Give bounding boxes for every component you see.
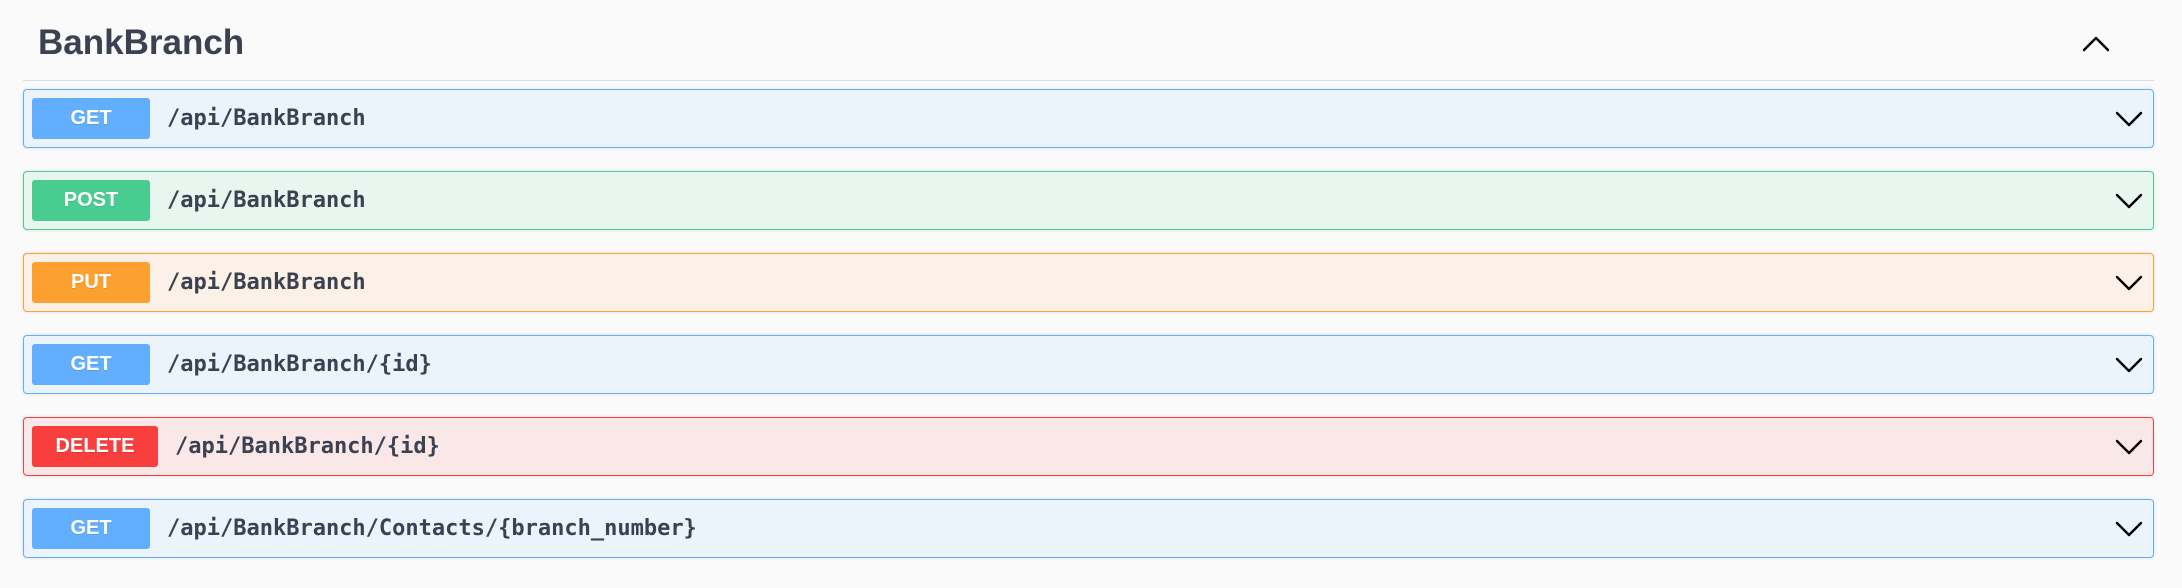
operation-path: /api/BankBranch bbox=[167, 188, 366, 213]
chevron-down-icon[interactable] bbox=[2111, 348, 2147, 382]
chevron-down-icon[interactable] bbox=[2111, 266, 2147, 300]
operation-delete-bankbranch-by-id[interactable]: DELETE /api/BankBranch/{id} bbox=[23, 417, 2154, 476]
chevron-down-icon[interactable] bbox=[2111, 512, 2147, 546]
chevron-up-icon[interactable] bbox=[2078, 28, 2114, 58]
operation-path: /api/BankBranch bbox=[167, 270, 366, 295]
operation-path: /api/BankBranch/{id} bbox=[167, 352, 432, 377]
chevron-down-icon[interactable] bbox=[2111, 102, 2147, 136]
operation-path: /api/BankBranch/{id} bbox=[175, 434, 440, 459]
method-badge-put: PUT bbox=[32, 262, 150, 303]
chevron-down-icon[interactable] bbox=[2111, 184, 2147, 218]
operation-path: /api/BankBranch bbox=[167, 106, 366, 131]
operation-put-bankbranch[interactable]: PUT /api/BankBranch bbox=[23, 253, 2154, 312]
tag-section-bankbranch: BankBranch GET /api/BankBranch POST /api… bbox=[23, 0, 2154, 558]
method-badge-get: GET bbox=[32, 508, 150, 549]
operation-path: /api/BankBranch/Contacts/{branch_number} bbox=[167, 516, 697, 541]
method-badge-delete: DELETE bbox=[32, 426, 158, 467]
method-badge-get: GET bbox=[32, 98, 150, 139]
operation-post-bankbranch[interactable]: POST /api/BankBranch bbox=[23, 171, 2154, 230]
operation-get-bankbranch[interactable]: GET /api/BankBranch bbox=[23, 89, 2154, 148]
operation-get-bankbranch-contacts[interactable]: GET /api/BankBranch/Contacts/{branch_num… bbox=[23, 499, 2154, 558]
chevron-down-icon[interactable] bbox=[2111, 430, 2147, 464]
method-badge-get: GET bbox=[32, 344, 150, 385]
tag-section-header[interactable]: BankBranch bbox=[23, 0, 2154, 81]
method-badge-post: POST bbox=[32, 180, 150, 221]
operation-get-bankbranch-by-id[interactable]: GET /api/BankBranch/{id} bbox=[23, 335, 2154, 394]
section-title: BankBranch bbox=[38, 23, 245, 62]
